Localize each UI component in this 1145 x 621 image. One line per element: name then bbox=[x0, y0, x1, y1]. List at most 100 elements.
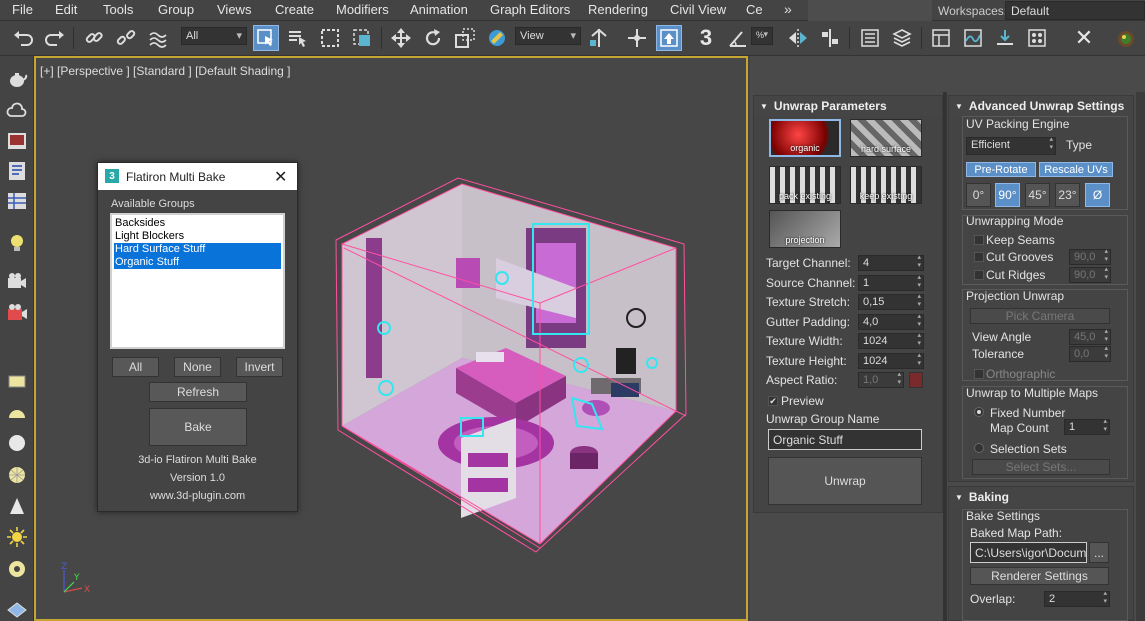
select-object-icon[interactable] bbox=[253, 25, 279, 51]
angle-45-button[interactable]: 45° bbox=[1025, 183, 1050, 207]
rotate-icon[interactable] bbox=[420, 25, 446, 51]
menu-civil-view[interactable]: Civil View bbox=[670, 2, 726, 17]
group-name-input[interactable]: Organic Stuff bbox=[768, 429, 922, 450]
plane-grid-icon[interactable] bbox=[4, 594, 30, 620]
orthographic-checkbox[interactable] bbox=[974, 369, 984, 379]
angle-23-button[interactable]: 23° bbox=[1055, 183, 1080, 207]
unwrap-button[interactable]: Unwrap bbox=[768, 457, 922, 505]
preset-projection[interactable]: projection bbox=[769, 210, 841, 248]
sphere-icon[interactable] bbox=[4, 430, 30, 456]
selection-filter-dropdown[interactable]: All bbox=[181, 27, 247, 45]
keep-seams-checkbox[interactable] bbox=[974, 235, 984, 245]
box-primitive-icon[interactable] bbox=[4, 368, 30, 394]
menu-file[interactable]: File bbox=[12, 2, 33, 17]
pre-rotate-button[interactable]: Pre-Rotate bbox=[966, 162, 1036, 177]
camera-icon[interactable] bbox=[4, 268, 30, 294]
schematic-view-icon[interactable] bbox=[992, 25, 1018, 51]
cut-ridges-spinner[interactable]: 90,0 bbox=[1069, 266, 1111, 283]
cut-ridges-checkbox[interactable] bbox=[974, 270, 984, 280]
unlink-icon[interactable] bbox=[113, 25, 139, 51]
mirror-icon[interactable] bbox=[785, 25, 811, 51]
cloud-icon[interactable] bbox=[4, 98, 30, 124]
menu-rendering[interactable]: Rendering bbox=[588, 2, 648, 17]
baked-map-path-input[interactable]: C:\Users\igor\Documents bbox=[970, 542, 1087, 563]
unwrap-parameters-header[interactable]: Unwrap Parameters bbox=[754, 96, 942, 116]
pick-camera-button[interactable]: Pick Camera bbox=[970, 308, 1110, 324]
dialog-titlebar[interactable]: 3 Flatiron Multi Bake ✕ bbox=[98, 163, 297, 190]
curve-editor-icon[interactable] bbox=[960, 25, 986, 51]
groups-listbox[interactable]: Backsides Light Blockers Hard Surface St… bbox=[110, 213, 285, 349]
workspaces-dropdown[interactable]: Default bbox=[1005, 1, 1145, 20]
bake-button[interactable]: Bake bbox=[149, 408, 247, 446]
percent-snap-dropdown[interactable]: % bbox=[751, 27, 773, 45]
hemisphere-icon[interactable] bbox=[4, 400, 30, 426]
preset-organic[interactable]: organic bbox=[769, 119, 841, 157]
keyboard-shortcut-override-icon[interactable] bbox=[656, 25, 682, 51]
image-viewer-icon[interactable] bbox=[4, 128, 30, 154]
selection-sets-radio[interactable] bbox=[974, 443, 984, 453]
menu-overflow-chevron[interactable]: » bbox=[784, 1, 792, 17]
menu-edit[interactable]: Edit bbox=[55, 2, 77, 17]
align-icon[interactable] bbox=[817, 25, 843, 51]
menu-animation[interactable]: Animation bbox=[410, 2, 468, 17]
ribbon-toggle-icon[interactable] bbox=[928, 25, 954, 51]
document-icon[interactable] bbox=[4, 158, 30, 184]
teapot-icon[interactable] bbox=[4, 66, 30, 92]
angle-0-button[interactable]: 0° bbox=[966, 183, 991, 207]
target-channel-spinner[interactable]: 4 bbox=[858, 254, 924, 271]
preset-pack-existing[interactable]: pack existing bbox=[769, 166, 841, 204]
render-teapot-icon[interactable] bbox=[1113, 25, 1139, 51]
menu-views[interactable]: Views bbox=[217, 2, 251, 17]
website-link[interactable]: www.3d-plugin.com bbox=[98, 490, 297, 502]
sun-light-icon[interactable] bbox=[4, 524, 30, 550]
texture-height-spinner[interactable]: 1024 bbox=[858, 352, 924, 369]
packing-engine-dropdown[interactable]: Efficient bbox=[966, 136, 1056, 155]
list-item[interactable]: Backsides bbox=[114, 217, 281, 230]
film-reel-icon[interactable] bbox=[4, 300, 30, 326]
close-icon[interactable]: ✕ bbox=[274, 167, 287, 187]
window-crossing-icon[interactable] bbox=[349, 25, 375, 51]
invert-button[interactable]: Invert bbox=[236, 357, 283, 377]
placement-icon[interactable] bbox=[484, 25, 510, 51]
select-by-name-icon[interactable] bbox=[285, 25, 311, 51]
list-item[interactable]: Light Blockers bbox=[114, 230, 281, 243]
command-panel-scrollbar[interactable] bbox=[1136, 92, 1145, 621]
select-manipulate-icon[interactable] bbox=[624, 25, 650, 51]
snaps-toggle-icon[interactable]: 3 bbox=[693, 25, 719, 51]
advanced-unwrap-settings-header[interactable]: Advanced Unwrap Settings bbox=[949, 96, 1133, 116]
renderer-settings-button[interactable]: Renderer Settings bbox=[970, 567, 1109, 585]
browse-button[interactable]: ... bbox=[1089, 542, 1109, 563]
link-icon[interactable] bbox=[81, 25, 107, 51]
angle-none-button[interactable]: Ø bbox=[1085, 183, 1110, 207]
scale-icon[interactable] bbox=[452, 25, 478, 51]
close-x-icon[interactable]: ✕ bbox=[1071, 25, 1097, 51]
angle-snap-icon[interactable] bbox=[725, 25, 751, 51]
angle-90-button[interactable]: 90° bbox=[995, 183, 1020, 207]
rectangular-selection-icon[interactable] bbox=[317, 25, 343, 51]
refresh-button[interactable]: Refresh bbox=[149, 382, 247, 402]
preset-keep-existing[interactable]: keep existing bbox=[850, 166, 922, 204]
menu-create[interactable]: Create bbox=[275, 2, 314, 17]
baking-header[interactable]: Baking bbox=[949, 487, 1133, 507]
list-item[interactable]: Hard Surface Stuff bbox=[114, 243, 281, 256]
material-editor-icon[interactable] bbox=[1024, 25, 1050, 51]
sheet-icon[interactable] bbox=[4, 188, 30, 214]
pivot-center-icon[interactable] bbox=[586, 25, 612, 51]
aspect-lock-icon[interactable] bbox=[909, 372, 923, 388]
layer-explorer-icon[interactable] bbox=[889, 25, 915, 51]
list-item[interactable]: Organic Stuff bbox=[114, 256, 281, 269]
fixed-number-radio[interactable] bbox=[974, 407, 984, 417]
reference-coordinate-dropdown[interactable]: View bbox=[515, 27, 581, 45]
redo-icon[interactable] bbox=[42, 25, 68, 51]
undo-icon[interactable] bbox=[10, 25, 36, 51]
menu-modifiers[interactable]: Modifiers bbox=[336, 2, 389, 17]
overlap-spinner[interactable]: 2 bbox=[1044, 590, 1110, 607]
source-channel-spinner[interactable]: 1 bbox=[858, 274, 924, 291]
light-bulb-icon[interactable] bbox=[4, 230, 30, 256]
bind-spacewarp-icon[interactable] bbox=[145, 25, 171, 51]
map-count-spinner[interactable]: 1 bbox=[1064, 418, 1110, 435]
menu-customize[interactable]: Ce bbox=[746, 2, 763, 17]
view-angle-spinner[interactable]: 45,0 bbox=[1069, 328, 1111, 345]
tolerance-spinner[interactable]: 0,0 bbox=[1069, 345, 1111, 362]
menu-tools[interactable]: Tools bbox=[103, 2, 133, 17]
